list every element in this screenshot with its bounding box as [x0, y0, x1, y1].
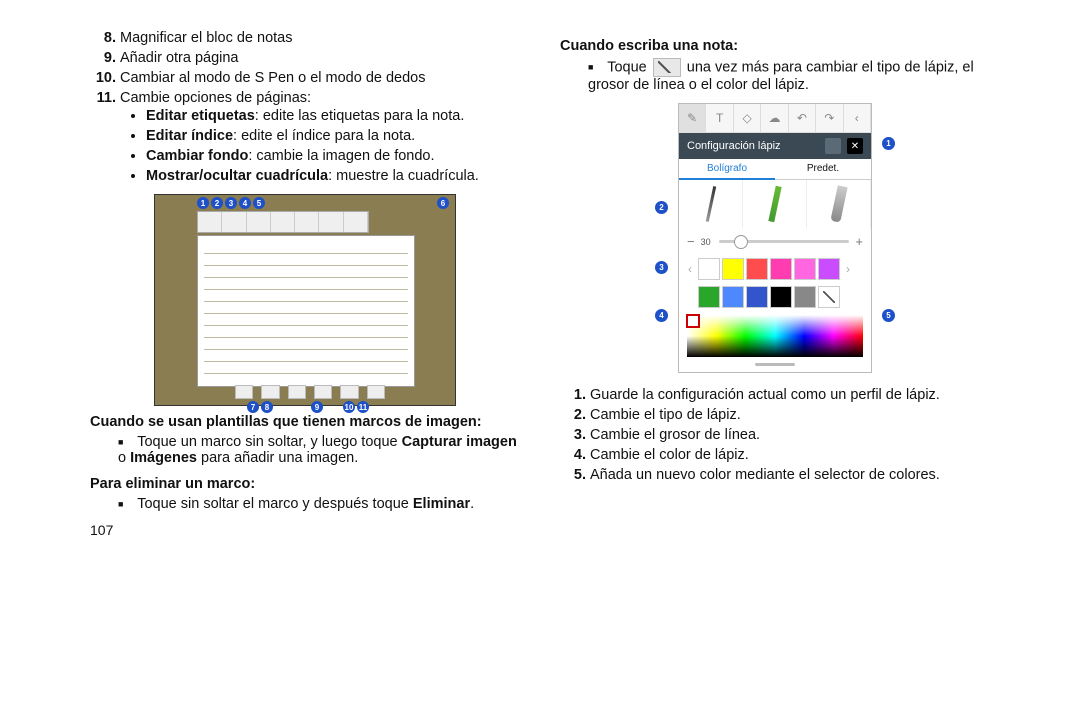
- sub-editar-etiquetas: Editar etiquetas: edite las etiquetas pa…: [146, 108, 520, 124]
- pen-config-title: Configuración lápiz: [687, 140, 781, 152]
- callout-p4: 4: [655, 309, 668, 322]
- callout-p1: 1: [882, 137, 895, 150]
- write-list: Toque una vez más para cambiar el tipo d…: [560, 58, 990, 93]
- callout-8: 8: [261, 401, 273, 413]
- callout-p3: 3: [655, 261, 668, 274]
- callout-10: 10: [343, 401, 355, 413]
- remove-list: Toque sin soltar el marco y después toqu…: [90, 496, 520, 512]
- li-10: Cambiar al modo de S Pen o el modo de de…: [120, 70, 520, 86]
- callout-9: 9: [311, 401, 323, 413]
- li-11-text: Cambie opciones de páginas:: [120, 90, 311, 106]
- callout-3: 3: [225, 197, 237, 209]
- callout-p2: 2: [655, 201, 668, 214]
- right-ordered-list: Guarde la configuración actual como un p…: [560, 387, 990, 483]
- r-li-2: Cambie el tipo de lápiz.: [590, 407, 990, 423]
- left-ordered-list: Magnificar el bloc de notas Añadir otra …: [90, 30, 520, 184]
- li-8: Magnificar el bloc de notas: [120, 30, 520, 46]
- color-swatch: [698, 258, 720, 280]
- chevron-left-icon: ‹: [844, 104, 871, 132]
- pen-config-header: Configuración lápiz ✕: [679, 133, 871, 159]
- sub-editar-indice: Editar índice: edite el índice para la n…: [146, 128, 520, 144]
- top-toolbar: ✎ T ◇ ☁ ↶ ↷ ‹: [679, 104, 871, 133]
- tablet-toolbar: [197, 211, 369, 233]
- page-number: 107: [90, 522, 520, 538]
- color-swatch: [746, 258, 768, 280]
- heading-templates: Cuando se usan plantillas que tienen mar…: [90, 414, 520, 430]
- eraser-icon: ◇: [734, 104, 761, 132]
- sub-mostrar-cuadricula: Mostrar/ocultar cuadrícula: muestre la c…: [146, 168, 520, 184]
- save-profile-icon: [825, 138, 841, 154]
- pen-toolbar-icon: [653, 58, 681, 77]
- pen-nib-2: [743, 180, 807, 228]
- callout-4: 4: [239, 197, 251, 209]
- pen-mode-icon: ✎: [679, 104, 706, 132]
- color-swatch: [722, 258, 744, 280]
- color-swatch: [770, 286, 792, 308]
- pen-nib-1: [679, 180, 743, 228]
- color-swatch: [818, 258, 840, 280]
- tablet-note-page: [197, 235, 415, 387]
- sub-cambiar-fondo: Cambiar fondo: cambie la imagen de fondo…: [146, 148, 520, 164]
- pen-tabs: Bolígrafo Predet.: [679, 159, 871, 180]
- swatch-row-1: ‹ ›: [679, 255, 871, 283]
- tab-predet: Predet.: [775, 159, 871, 180]
- callout-2: 2: [211, 197, 223, 209]
- callout-6: 6: [437, 197, 449, 209]
- slider-value: 30: [701, 237, 711, 247]
- color-swatch: [770, 258, 792, 280]
- r-li-3: Cambie el grosor de línea.: [590, 427, 990, 443]
- color-gradient-picker: [687, 315, 863, 357]
- templates-item: Toque un marco sin soltar, y luego toque…: [118, 434, 520, 466]
- page-options-list: Editar etiquetas: edite las etiquetas pa…: [120, 108, 520, 184]
- color-swatch: [698, 286, 720, 308]
- undo-icon: ↶: [789, 104, 816, 132]
- eyedropper-icon: [818, 286, 840, 308]
- color-swatch: [794, 258, 816, 280]
- heading-remove-frame: Para eliminar un marco:: [90, 476, 520, 492]
- text-mode-icon: T: [706, 104, 733, 132]
- callout-p5: 5: [882, 309, 895, 322]
- tablet-screenshot: 1 2 3 4 5 6 7 8 9 10 11: [154, 194, 456, 406]
- r-li-1: Guarde la configuración actual como un p…: [590, 387, 990, 403]
- swatch-right-arrow: ›: [841, 262, 855, 276]
- plus-icon: +: [855, 234, 863, 249]
- callout-7: 7: [247, 401, 259, 413]
- callout-1: 1: [197, 197, 209, 209]
- color-swatch: [722, 286, 744, 308]
- thickness-slider: − 30 +: [679, 228, 871, 255]
- color-swatch: [794, 286, 816, 308]
- heading-write-note: Cuando escriba una nota:: [560, 38, 990, 54]
- color-swatch: [746, 286, 768, 308]
- callout-5: 5: [253, 197, 265, 209]
- pen-config-screenshot: ✎ T ◇ ☁ ↶ ↷ ‹ Configuración lápiz ✕ Bolí…: [655, 103, 895, 373]
- r-li-4: Cambie el color de lápiz.: [590, 447, 990, 463]
- pen-nib-3: [807, 180, 871, 228]
- r-li-5: Añada un nuevo color mediante el selecto…: [590, 467, 990, 483]
- remove-item: Toque sin soltar el marco y después toqu…: [118, 496, 520, 512]
- li-9: Añadir otra página: [120, 50, 520, 66]
- li-11: Cambie opciones de páginas: Editar etiqu…: [120, 90, 520, 184]
- tablet-bottom-bar: [235, 385, 385, 399]
- close-icon: ✕: [847, 138, 863, 154]
- slider-track: [719, 240, 850, 243]
- drag-handle-icon: [755, 363, 795, 366]
- swatch-row-2: ‹: [679, 283, 871, 311]
- templates-list: Toque un marco sin soltar, y luego toque…: [90, 434, 520, 466]
- callout-11: 11: [357, 401, 369, 413]
- pen-type-row: [679, 180, 871, 228]
- swatch-left-arrow: ‹: [683, 262, 697, 276]
- minus-icon: −: [687, 234, 695, 249]
- tab-boligrafo: Bolígrafo: [679, 159, 775, 180]
- write-item: Toque una vez más para cambiar el tipo d…: [588, 58, 990, 93]
- redo-icon: ↷: [816, 104, 843, 132]
- shape-icon: ☁: [761, 104, 788, 132]
